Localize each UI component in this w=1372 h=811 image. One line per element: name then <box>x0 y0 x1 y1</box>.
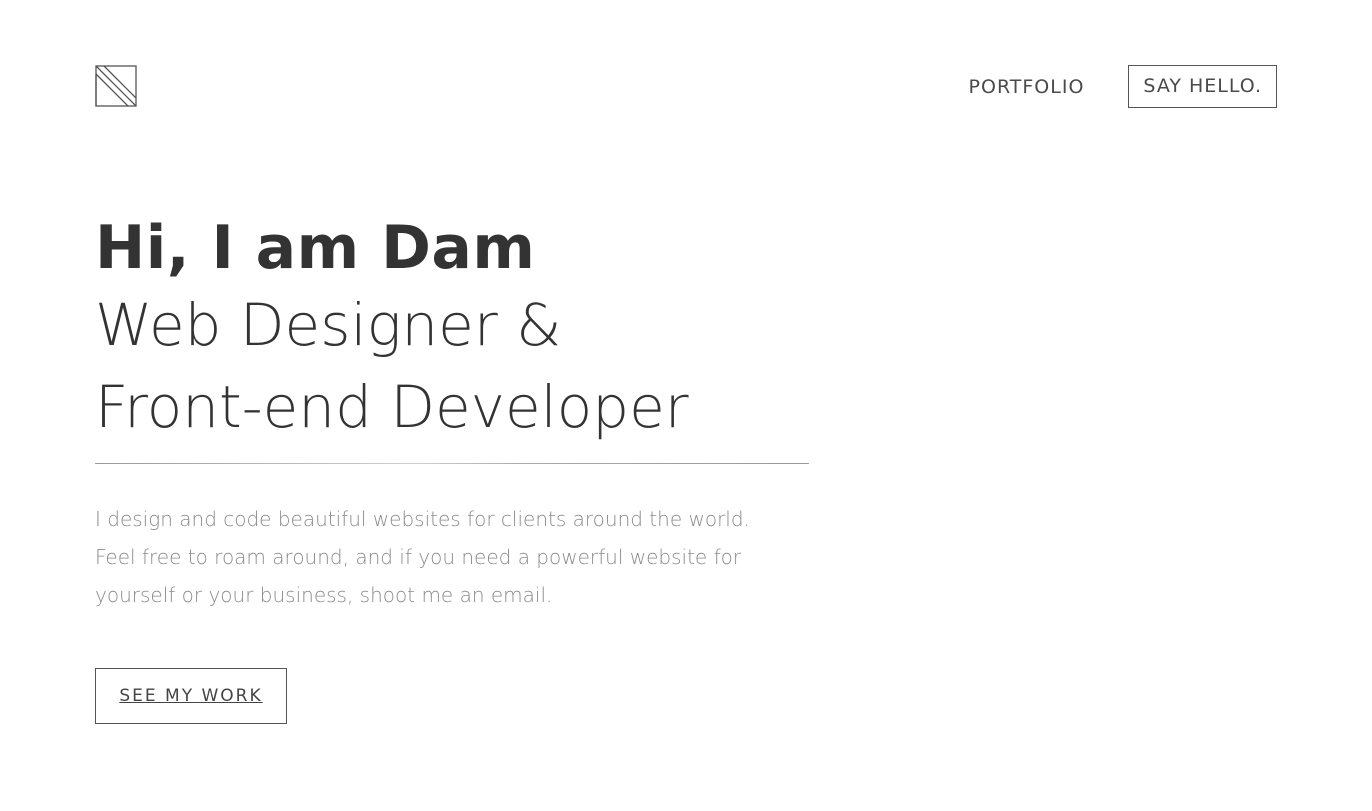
hero-intro-text: I design and code beautiful websites for… <box>95 500 809 614</box>
hero-role-line-2: Front-end Developer <box>95 373 689 441</box>
see-my-work-button[interactable]: SEE MY WORK <box>95 668 287 724</box>
page: PORTFOLIO SAY HELLO. Hi, I am Dam Web De… <box>0 0 1372 811</box>
hero-role-line-1: Web Designer & <box>95 291 562 359</box>
logo-icon[interactable] <box>95 65 137 107</box>
hero-intro-line: Feel free to roam around, and if you nee… <box>95 545 742 569</box>
hero-intro-line: yourself or your business, shoot me an e… <box>95 583 553 607</box>
hero-intro-line: I design and code beautiful websites for… <box>95 507 750 531</box>
hero-greeting: Hi, I am Dam <box>95 213 536 283</box>
nav-portfolio-link[interactable]: PORTFOLIO <box>969 76 1085 98</box>
hero-section: Hi, I am Dam Web Designer & Front-end De… <box>95 212 809 614</box>
hero-divider <box>95 463 809 464</box>
main-nav: PORTFOLIO SAY HELLO. <box>969 65 1277 108</box>
say-hello-button[interactable]: SAY HELLO. <box>1128 65 1277 108</box>
